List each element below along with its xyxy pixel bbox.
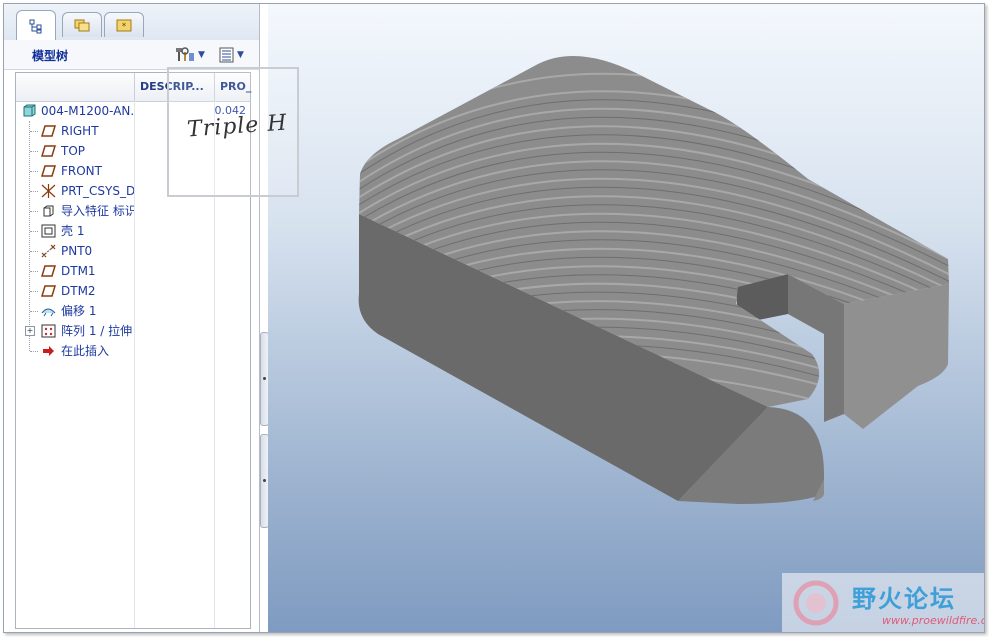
tree-connector [30,131,38,132]
forum-logo: 野火论坛 www.proewildfire.cn [782,573,984,632]
part-icon [23,104,36,117]
coordinate-system-icon [41,184,56,198]
tree-connector [30,231,38,232]
tree-connector [30,311,38,312]
model-tree-icon [29,19,42,34]
datum-plane-icon [41,145,56,157]
tree-row-insert-here[interactable]: 在此插入 [16,341,250,361]
tree-row-import-feature[interactable]: 导入特征 标识 [16,201,250,221]
datum-plane-icon [41,265,56,277]
favorites-tab[interactable]: * [104,12,144,37]
tree-item-label: 壳 1 [61,224,85,238]
favorites-folder-icon: * [116,19,132,32]
insert-here-arrow-icon [43,346,54,356]
tree-item-label: DTM2 [61,284,96,298]
forum-name: 野火论坛 [852,585,956,613]
tree-item-label: 004-M1200-AN. [41,104,134,118]
tree-item-label: 阵列 1 / 拉伸 [61,324,133,338]
datum-point-icon [41,244,56,258]
chevron-down-icon: ▼ [237,50,244,60]
forum-url: www.proewildfire.cn [882,614,985,627]
panel-title: 模型树 [32,49,69,63]
tree-row-shell[interactable]: 壳 1 [16,221,250,241]
datum-plane-icon [41,165,56,177]
tree-item-label: DTM1 [61,264,96,278]
list-icon [219,47,234,63]
navigator-tabbar: * [4,4,259,41]
graphics-viewport[interactable] [268,4,984,632]
tree-connector [30,151,38,152]
shell-icon [41,224,56,238]
tree-connector [30,251,38,252]
pattern-icon [41,324,56,338]
tree-item-label: FRONT [61,164,102,178]
tree-item-label: 导入特征 标识 [61,204,134,218]
flame-logo-icon [793,580,839,626]
tree-row-dtm1[interactable]: DTM1 [16,261,250,281]
tree-item-label: PRT_CSYS_D [61,184,134,198]
tree-item-label: TOP [61,144,86,158]
tree-connector [30,351,38,352]
tools-icon [176,47,194,61]
folders-icon [74,19,90,32]
tree-row-pnt0[interactable]: PNT0 [16,241,250,261]
tree-connector [30,171,38,172]
tree-row-pattern[interactable]: + 阵列 1 / 拉伸 [16,321,250,341]
tree-item-label: RIGHT [61,124,99,138]
tree-connector [30,211,38,212]
grip-dot [263,479,266,482]
tree-row-dtm2[interactable]: DTM2 [16,281,250,301]
tree-connector [30,291,38,292]
offset-icon [41,308,56,317]
settings-button[interactable]: ▼ [176,45,208,65]
tree-item-label: 在此插入 [61,344,110,358]
tree-item-label: PNT0 [61,244,93,258]
model-tree-tab[interactable] [16,10,56,41]
part-model-3d [358,56,949,504]
tree-item-label: 偏移 1 [61,304,97,318]
chevron-down-icon: ▼ [198,50,205,60]
folder-browser-tab[interactable] [62,12,102,37]
application-window: * 模型树 ▼ ▼ DESCRIP... PRO_ 004-M1200-AN. … [3,3,985,633]
datum-plane-icon [41,285,56,297]
tree-connector [30,271,38,272]
import-feature-icon [43,205,54,217]
show-menu-button[interactable]: ▼ [219,45,251,65]
tree-connector [30,191,38,192]
svg-text:*: * [122,22,127,32]
tree-row-offset[interactable]: 偏移 1 [16,301,250,321]
grip-dot [263,377,266,380]
datum-plane-icon [41,125,56,137]
panel-title-bar: 模型树 ▼ ▼ [4,40,259,70]
expand-toggle[interactable]: + [25,326,35,336]
